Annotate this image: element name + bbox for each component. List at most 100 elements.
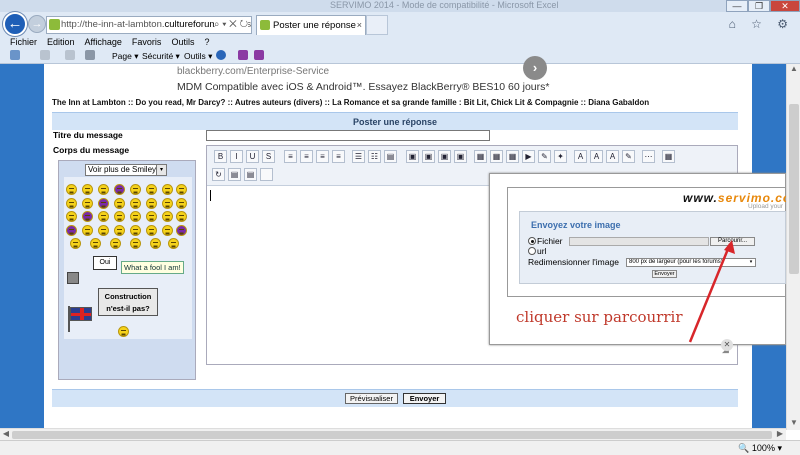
toolbar-button-23[interactable]: A [590,150,603,163]
toolbar-button-15[interactable]: ▣ [454,150,467,163]
smiley-icon[interactable] [176,225,187,236]
toolbar-button-3[interactable]: U [246,150,259,163]
menu-fichier[interactable]: Fichier [10,36,37,49]
menu-outils[interactable]: Outils [171,36,194,49]
toolbar-button-14[interactable]: ▣ [438,150,451,163]
breadcrumb[interactable]: The Inn at Lambton :: Do you read, Mr Da… [52,98,649,107]
new-tab-button[interactable] [366,15,388,35]
scroll-left-icon[interactable]: ◀ [0,429,12,438]
smiley-icon[interactable] [130,225,141,236]
smiley-icon[interactable] [114,184,125,195]
oui-sign-smiley[interactable]: Oui [93,256,117,270]
file-path-field[interactable] [569,237,709,246]
scroll-up-icon[interactable]: ▲ [787,64,800,76]
smiley-icon[interactable] [98,211,109,222]
fool-quote-smiley[interactable]: What a fool I am! [121,261,184,274]
toolbar-button-22[interactable]: A [574,150,587,163]
tools-menu[interactable]: Outils ▾ [184,50,212,63]
toolbar-button-20[interactable]: ✎ [538,150,551,163]
menu-affichage[interactable]: Affichage [85,36,122,49]
menu-edition[interactable]: Edition [47,36,75,49]
vertical-scroll-thumb[interactable] [789,104,799,274]
resize-select[interactable]: 800 px de largeur (pour les forums) ▾ [626,258,756,267]
preview-button[interactable]: Prévisualiser [345,393,398,404]
menu-help[interactable]: ? [204,36,209,49]
toolbar-button-17[interactable]: ▦ [490,150,503,163]
smileys-select[interactable]: Voir plus de Smileys ▾ [85,164,167,176]
toolbar-button-8[interactable]: ≡ [332,150,345,163]
home-cmd-icon[interactable] [10,50,20,63]
title-input[interactable] [206,130,490,141]
help-cmd-icon[interactable] [216,50,226,63]
smiley-icon[interactable] [130,211,141,222]
horizontal-scrollbar[interactable]: ◀ ▶ [0,428,786,440]
smiley-icon[interactable] [118,326,129,337]
toolbar-button-27[interactable]: ▦ [662,150,675,163]
toolbar-button-6[interactable]: ≡ [300,150,313,163]
smiley-icon[interactable] [82,211,93,222]
ad-arrow-icon[interactable]: › [523,56,547,80]
address-tools-icons[interactable]: ⌕ ▾ ✕ ↻ [213,17,248,33]
close-window-button[interactable]: ✕ [770,0,800,12]
smiley-icon[interactable] [82,225,93,236]
smiley-icon[interactable] [130,238,141,249]
smiley-icon[interactable] [82,184,93,195]
toolbar-button-25[interactable]: ✎ [622,150,635,163]
smiley-icon[interactable] [168,238,179,249]
construction-sign-smiley[interactable]: Construction n'est-il pas? [98,288,158,316]
smiley-icon[interactable] [114,225,125,236]
home-favorites-settings-icons[interactable]: ⌂ ☆ ⚙ [729,17,794,31]
forward-button[interactable]: → [28,15,46,33]
smiley-icon[interactable] [162,198,173,209]
security-menu[interactable]: Sécurité ▾ [142,50,180,63]
radio-url[interactable] [528,247,536,255]
toolbar-button-26[interactable]: ⋯ [642,150,655,163]
smiley-icon[interactable] [130,198,141,209]
toolbar-button-row2-2[interactable]: ▤ [228,168,241,181]
smiley-icon[interactable] [98,184,109,195]
zoom-level[interactable]: 🔍 100% ▾ [738,443,782,454]
menu-favoris[interactable]: Favoris [132,36,162,49]
smiley-icon[interactable] [98,198,109,209]
ad-url[interactable]: blackberry.com/Enterprise-Service [177,66,329,77]
onenote-send-cmd-icon[interactable] [254,50,264,63]
smiley-icon[interactable] [70,238,81,249]
smiley-icon[interactable] [98,225,109,236]
smiley-icon[interactable] [130,184,141,195]
toolbar-button-5[interactable]: ≡ [284,150,297,163]
mail-cmd-icon[interactable] [65,50,75,63]
smiley-icon[interactable] [66,225,77,236]
scroll-right-icon[interactable]: ▶ [774,429,786,438]
print-cmd-icon[interactable] [85,50,95,63]
box-smiley-icon[interactable] [67,272,79,284]
scroll-down-icon[interactable]: ▼ [787,418,800,430]
smiley-icon[interactable] [146,198,157,209]
toolbar-button-18[interactable]: ▦ [506,150,519,163]
smiley-icon[interactable] [146,225,157,236]
radio-fichier[interactable] [528,237,536,245]
maximize-button[interactable]: ❐ [748,0,770,12]
smiley-icon[interactable] [66,211,77,222]
toolbar-button-24[interactable]: A [606,150,619,163]
smiley-icon[interactable] [176,211,187,222]
toolbar-button-13[interactable]: ▣ [422,150,435,163]
smiley-icon[interactable] [110,238,121,249]
toolbar-button-row2-4[interactable] [260,168,273,181]
smiley-icon[interactable] [146,211,157,222]
toolbar-button-9[interactable]: ☰ [352,150,365,163]
toolbar-button-19[interactable]: ▶ [522,150,535,163]
toolbar-button-7[interactable]: ≡ [316,150,329,163]
toolbar-button-12[interactable]: ▣ [406,150,419,163]
send-button[interactable]: Envoyer [403,393,446,404]
onenote-cmd-icon[interactable] [238,50,248,63]
overlay-close-icon[interactable]: ✕ [721,339,733,351]
smiley-icon[interactable] [114,211,125,222]
toolbar-button-row2-1[interactable]: ↻ [212,168,225,181]
minimize-button[interactable]: — [726,0,748,12]
browse-button[interactable]: Parcourir... [710,237,755,246]
smiley-icon[interactable] [82,198,93,209]
smiley-icon[interactable] [162,225,173,236]
toolbar-button-11[interactable]: ▤ [384,150,397,163]
upload-send-button[interactable]: Envoyer [652,270,677,278]
smiley-icon[interactable] [66,184,77,195]
